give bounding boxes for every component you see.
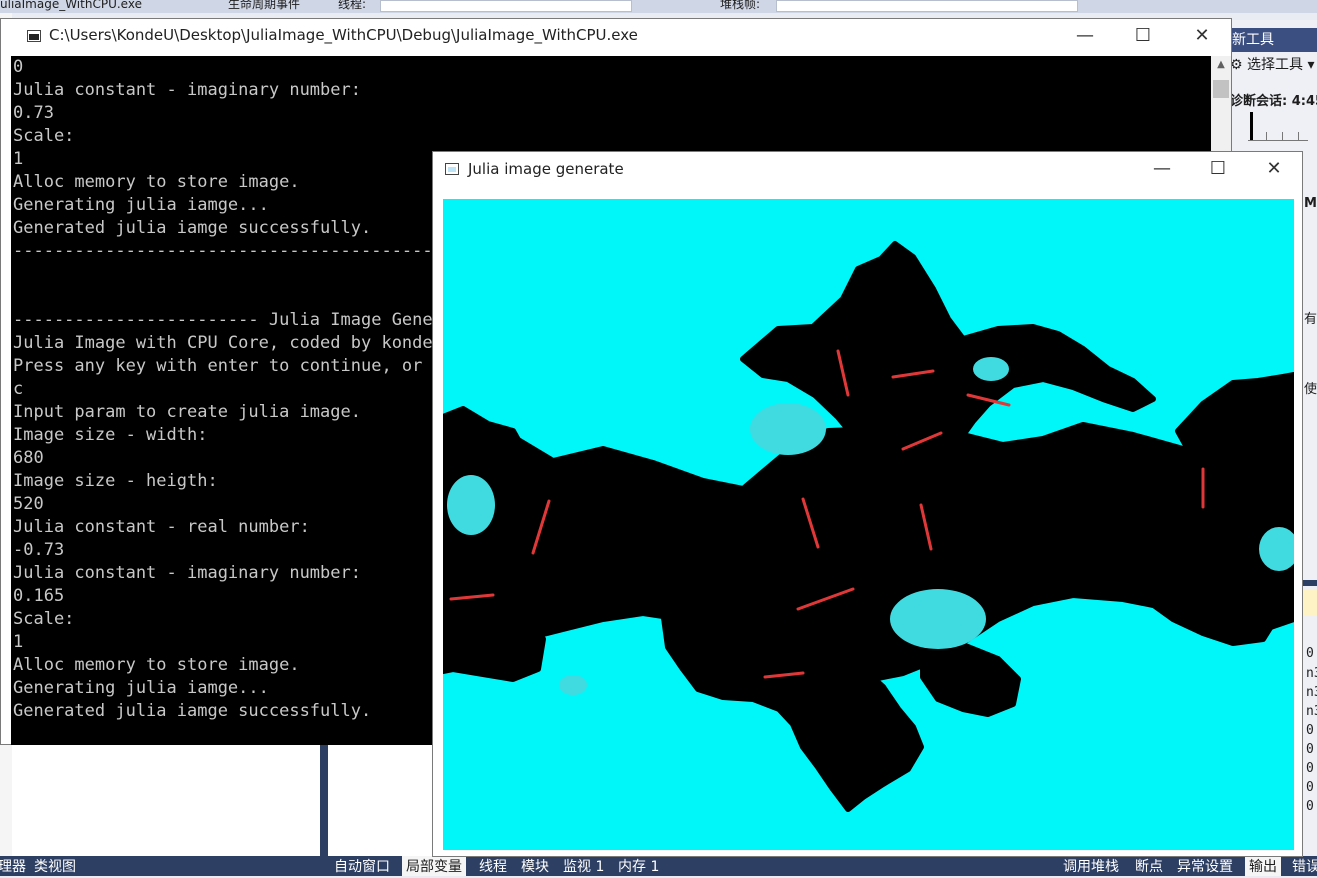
tab-call-stack[interactable]: 调用堆栈 [1059,856,1123,876]
console-maximize-button[interactable]: ☐ [1120,19,1166,53]
console-line: Generating julia iamge... [13,678,269,698]
ide-document-tab[interactable]: uliaImage_WithCPU.exe [0,0,142,13]
select-tools-button[interactable]: ⚙ 选择工具 ▾ [1230,54,1315,74]
console-window-title: C:\Users\KondeU\Desktop\JuliaImage_WithC… [49,26,638,44]
console-titlebar[interactable]: C:\Users\KondeU\Desktop\JuliaImage_WithC… [1,19,1231,55]
ide-bottom-tabbar: 理器 类视图 自动窗口 局部变量 线程 模块 监视 1 内存 1 调用堆栈 断点… [0,856,1317,876]
console-line: Julia constant - real number: [13,517,310,537]
julia-close-button[interactable]: ✕ [1251,152,1297,186]
tab-exception-settings[interactable]: 异常设置 [1173,856,1237,876]
ide-panel-divider[interactable] [320,745,328,856]
fractal-lower-right-lobe [920,636,1021,717]
output-value: n3 [1306,704,1317,719]
console-close-button[interactable]: ✕ [1179,19,1225,53]
console-line: Alloc memory to store image. [13,172,300,192]
console-line: Alloc memory to store image. [13,655,300,675]
tab-watch-1[interactable]: 监视 1 [559,856,608,876]
console-line: Image size - width: [13,425,208,445]
console-line: Input param to create julia image. [13,402,361,422]
console-line: -0.73 [13,540,65,560]
console-line: c [13,379,24,399]
fractal-island [750,403,826,455]
fractal-island [890,589,986,649]
select-tools-label: 选择工具 [1247,57,1304,73]
output-value: n3 [1306,685,1317,700]
console-line: 0 [13,57,24,77]
diagnostic-session-label: 诊断会话: 4:45 [1230,94,1317,109]
console-line: 0.165 [13,586,65,606]
stack-frame-dropdown[interactable] [776,0,1078,12]
output-value: 0 [1306,646,1314,661]
fractal-island [559,675,587,695]
ide-editor-area [12,745,432,856]
right-fragment: M [1304,196,1317,211]
console-line: 680 [13,448,44,468]
julia-fractal-image [443,199,1294,850]
output-value: 0 [1306,799,1314,814]
thread-label: 线程: [338,0,367,11]
julia-window-title: Julia image generate [468,160,624,178]
thread-dropdown[interactable] [380,0,632,12]
julia-minimize-button[interactable]: — [1139,152,1185,186]
output-value: 0 [1306,780,1314,795]
tab-solution-explorer[interactable]: 理器 [0,856,30,876]
tab-memory-1[interactable]: 内存 1 [614,856,663,876]
console-line: Scale: [13,126,75,146]
console-app-icon [27,30,41,42]
console-minimize-button[interactable]: — [1062,19,1108,53]
console-line: Image size - heigth: [13,471,218,491]
console-line: Press any key with enter to continue, or… [13,356,484,376]
output-value: 0 [1306,761,1314,776]
ide-top-toolbar: uliaImage_WithCPU.exe 生命周期事件 线程: 堆栈帧: [0,0,1317,13]
tab-error-list[interactable]: 错误 [1288,856,1317,876]
console-line: Julia Image with CPU Core, coded by kond… [13,333,443,353]
console-line: Julia constant - imaginary number: [13,563,361,583]
tab-breakpoints[interactable]: 断点 [1131,856,1167,876]
console-line: Scale: [13,609,75,629]
right-fragment: 使用 [1304,382,1317,397]
console-line: Generated julia iamge successfully. [13,218,372,238]
tab-output[interactable]: 输出 [1245,856,1281,876]
julia-fractal-svg [443,241,1294,812]
console-line: 0.73 [13,103,54,123]
tab-threads[interactable]: 线程 [475,856,511,876]
output-value: 0 [1306,742,1314,757]
stack-frame-label: 堆栈帧: [720,0,761,11]
tab-autos[interactable]: 自动窗口 [330,856,394,876]
right-fragment: 有 [1304,312,1317,327]
console-line: Julia constant - imaginary number: [13,80,361,100]
tab-modules[interactable]: 模块 [517,856,553,876]
scrollbar-thumb[interactable] [1213,80,1229,98]
console-line: 1 [13,632,24,652]
output-value: 0 [1306,723,1314,738]
diagnostic-tools-header: 新工具 [1230,28,1317,52]
scroll-up-icon[interactable]: ▲ [1211,56,1231,74]
session-timeline [1248,110,1308,141]
julia-image-window: Julia image generate — ☐ ✕ [432,151,1303,857]
console-line: 1 [13,149,24,169]
lifecycle-events-dropdown[interactable]: 生命周期事件 [228,0,300,13]
tab-class-view[interactable]: 类视图 [30,856,80,876]
fractal-island [447,475,495,535]
julia-titlebar[interactable]: Julia image generate — ☐ ✕ [433,152,1302,188]
console-line: Generating julia iamge... [13,195,269,215]
julia-maximize-button[interactable]: ☐ [1195,152,1241,186]
julia-app-icon [445,163,459,175]
fractal-island [973,357,1009,381]
output-value: n3 [1306,666,1317,681]
console-line: Generated julia iamge successfully. [13,701,372,721]
chevron-down-icon: ▾ [1307,57,1315,73]
console-line: 520 [13,494,44,514]
fractal-body [443,422,1294,682]
tab-locals[interactable]: 局部变量 [402,856,466,876]
